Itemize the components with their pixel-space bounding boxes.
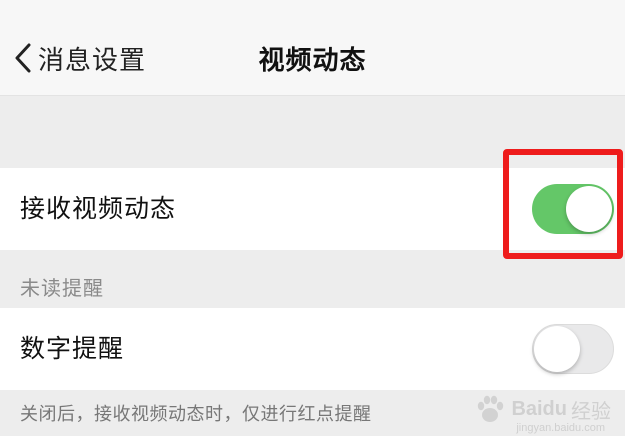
baidu-watermark: Baidu 经验 xyxy=(473,392,611,426)
watermark-suffix: 经验 xyxy=(571,400,611,423)
footnote-text: 关闭后，接收视频动态时，仅进行红点提醒 xyxy=(20,404,372,425)
toggle-knob xyxy=(566,186,612,232)
setting-row-number-reminder: 数字提醒 xyxy=(0,308,625,390)
setting-label: 数字提醒 xyxy=(20,334,125,363)
number-reminder-toggle[interactable] xyxy=(532,324,614,374)
paw-icon xyxy=(478,395,504,422)
watermark-url: jingyan.baidu.com xyxy=(516,422,605,434)
setting-row-receive-video-updates: 接收视频动态 xyxy=(0,168,625,250)
setting-label: 接收视频动态 xyxy=(20,194,177,223)
watermark-brand: Baidu xyxy=(511,397,567,420)
page-title: 视频动态 xyxy=(258,46,367,76)
navigation-bar: 消息设置 视频动态 xyxy=(0,0,625,96)
receive-video-updates-toggle[interactable] xyxy=(532,184,614,234)
toggle-knob xyxy=(534,326,580,372)
section-header-unread: 未读提醒 xyxy=(20,276,104,300)
